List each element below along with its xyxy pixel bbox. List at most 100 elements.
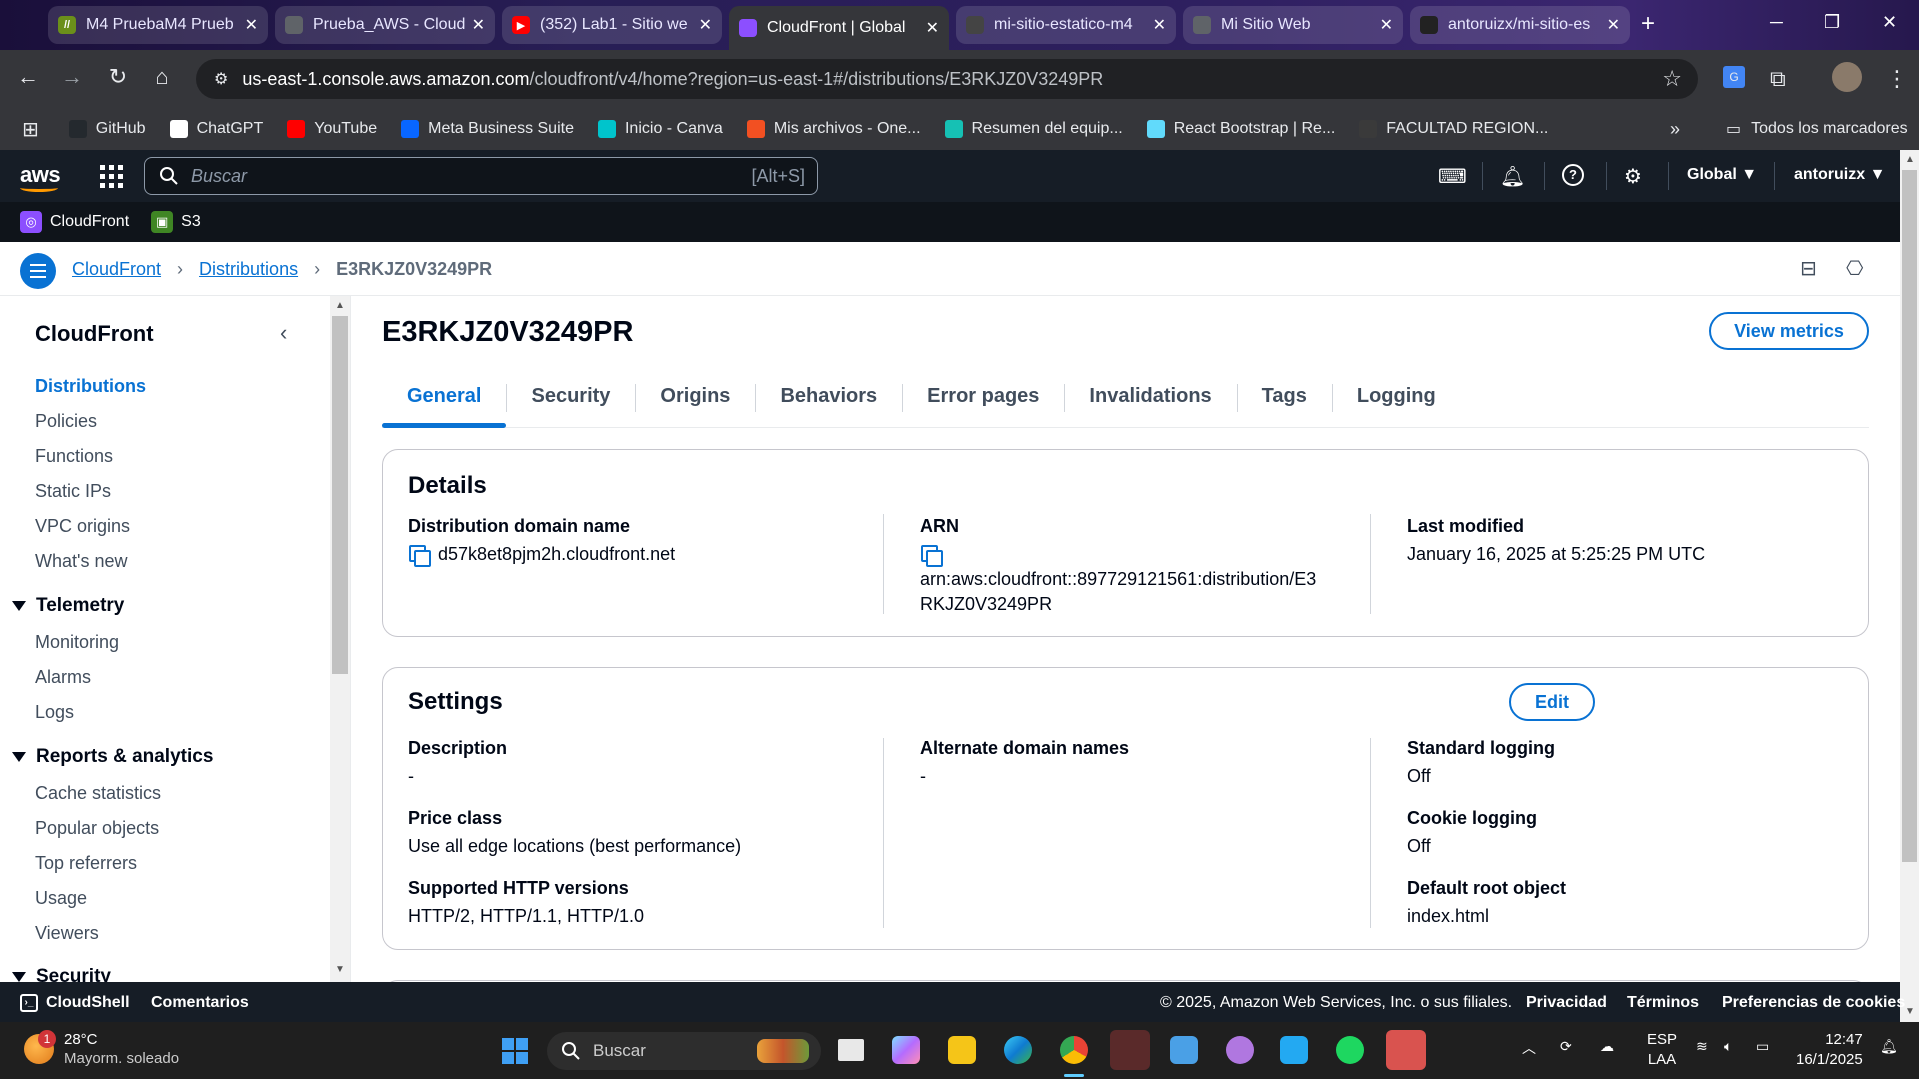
nav-monitoring[interactable]: Monitoring (35, 632, 119, 653)
services-menu-icon[interactable] (100, 165, 123, 188)
nav-viewers[interactable]: Viewers (35, 923, 99, 944)
site-info-icon[interactable]: ⚙ (214, 69, 228, 89)
apps-grid-icon[interactable]: ⊞ (22, 117, 39, 142)
tab-origins[interactable]: Origins (635, 366, 755, 427)
sync-icon[interactable]: ⟳ (1560, 1038, 1572, 1055)
info-panel-icon[interactable]: ⊟ (1800, 256, 1817, 281)
github-desktop-icon[interactable] (1226, 1036, 1254, 1064)
close-tab-icon[interactable]: ✕ (1607, 15, 1620, 35)
task-view-icon[interactable] (838, 1039, 864, 1061)
bookmark-item[interactable]: GitHub (68, 120, 146, 138)
close-tab-icon[interactable]: ✕ (245, 15, 258, 35)
close-tab-icon[interactable]: ✕ (699, 15, 712, 35)
scroll-down-arrow-icon[interactable]: ▼ (335, 964, 345, 975)
region-selector[interactable]: Global ▼ (1687, 166, 1757, 184)
scrollbar-thumb[interactable] (1902, 170, 1917, 862)
bookmark-item[interactable]: Meta Business Suite (401, 120, 574, 138)
help-icon[interactable]: ? (1562, 164, 1584, 186)
nav-cache-statistics[interactable]: Cache statistics (35, 783, 161, 804)
view-metrics-button[interactable]: View metrics (1709, 312, 1869, 350)
photos-app-icon[interactable] (1386, 1030, 1426, 1070)
feedback-link[interactable]: Comentarios (151, 994, 249, 1012)
tab-general[interactable]: General (382, 366, 507, 428)
nav-static-ips[interactable]: Static IPs (35, 481, 111, 502)
nav-usage[interactable]: Usage (35, 888, 87, 909)
copy-icon[interactable] (408, 544, 431, 568)
browser-tab[interactable]: Mi Sitio Web ✕ (1183, 6, 1403, 44)
search-input[interactable] (191, 165, 711, 187)
page-scrollbar[interactable]: ▲ ▼ (1900, 150, 1919, 1022)
notifications-bell-icon[interactable]: 🔔︎ (1500, 164, 1525, 189)
side-nav-toggle-button[interactable] (20, 253, 56, 289)
nav-top-referrers[interactable]: Top referrers (35, 853, 137, 874)
favorite-cloudfront[interactable]: ◎ CloudFront (20, 211, 129, 233)
browser-tab[interactable]: mi-sitio-estatico-m4 ✕ (956, 6, 1176, 44)
windows-start-icon[interactable] (502, 1038, 528, 1064)
tab-error-pages[interactable]: Error pages (902, 366, 1064, 427)
chrome-icon[interactable] (1060, 1036, 1088, 1064)
close-tab-icon[interactable]: ✕ (1380, 15, 1393, 35)
minimize-icon[interactable]: ─ (1770, 12, 1783, 33)
nav-section-reports[interactable]: Reports & analytics (12, 746, 213, 768)
terms-link[interactable]: Términos (1627, 994, 1699, 1012)
browser-tab[interactable]: // M4 PruebaM4 Prueb ✕ (48, 6, 268, 44)
all-bookmarks-folder[interactable]: ▭ Todos los marcadores (1726, 119, 1908, 139)
network-vpn-icon[interactable]: ☁ (1600, 1038, 1614, 1055)
bookmark-item[interactable]: Inicio - Canva (597, 120, 723, 138)
cloudshell-icon[interactable]: ⌨ (1438, 164, 1467, 189)
browser-tab[interactable]: Prueba_AWS - Cloud ✕ (275, 6, 495, 44)
close-tab-icon[interactable]: ✕ (1153, 15, 1166, 35)
tray-overflow-chevron-icon[interactable]: ︿ (1522, 1038, 1536, 1058)
nav-distributions[interactable]: Distributions (35, 376, 146, 397)
tab-behaviors[interactable]: Behaviors (755, 366, 902, 427)
privacy-link[interactable]: Privacidad (1526, 994, 1607, 1012)
cookie-preferences-link[interactable]: Preferencias de cookies (1722, 994, 1905, 1012)
breadcrumb-distributions[interactable]: Distributions (199, 259, 298, 280)
notification-bell-icon[interactable]: 🔔︎ (1880, 1038, 1898, 1055)
copy-icon[interactable] (920, 544, 943, 568)
system-clock[interactable]: 12:47 16/1/2025 (1796, 1030, 1863, 1070)
tab-invalidations[interactable]: Invalidations (1064, 366, 1236, 427)
edit-settings-button[interactable]: Edit (1509, 683, 1595, 721)
bookmark-star-icon[interactable]: ☆ (1662, 66, 1682, 92)
nav-functions[interactable]: Functions (35, 446, 113, 467)
scroll-up-arrow-icon[interactable]: ▲ (335, 300, 345, 311)
more-bookmarks-icon[interactable]: » (1670, 119, 1680, 140)
nav-alarms[interactable]: Alarms (35, 667, 91, 688)
bookmark-item[interactable]: ChatGPT (169, 120, 263, 138)
scroll-down-arrow-icon[interactable]: ▼ (1905, 1006, 1915, 1017)
split-panel-icon[interactable]: ⎔ (1846, 256, 1863, 281)
close-nav-chevron-icon[interactable]: ‹ (280, 320, 287, 346)
bookmark-item[interactable]: Resumen del equip... (944, 120, 1123, 138)
bookmark-item[interactable]: YouTube (287, 120, 377, 138)
nav-policies[interactable]: Policies (35, 411, 97, 432)
weather-widget[interactable]: 1 28°C Mayorm. soleado (24, 1030, 179, 1068)
account-menu[interactable]: antoruizx ▼ (1794, 166, 1885, 184)
forward-icon[interactable]: → (50, 64, 94, 90)
file-explorer-icon[interactable] (948, 1036, 976, 1064)
copilot-icon[interactable] (892, 1036, 920, 1064)
browser-tab[interactable]: CloudFront | Global ✕ (729, 6, 949, 50)
battery-icon[interactable]: ▭ (1756, 1038, 1769, 1055)
nav-section-security[interactable]: Security (12, 966, 111, 982)
nav-popular-objects[interactable]: Popular objects (35, 818, 159, 839)
aws-logo[interactable]: aws (20, 162, 61, 192)
nav-whats-new[interactable]: What's new (35, 551, 127, 572)
new-tab-button[interactable]: + (1641, 10, 1655, 38)
cloudshell-button[interactable]: ›_ CloudShell (20, 994, 130, 1012)
tab-security[interactable]: Security (506, 366, 635, 427)
bookmark-item[interactable]: FACULTAD REGION... (1359, 120, 1548, 138)
maximize-icon[interactable]: ❐ (1824, 12, 1840, 33)
favorite-s3[interactable]: ▣ S3 (151, 211, 201, 233)
browser-tab[interactable]: ▶ (352) Lab1 - Sitio we ✕ (502, 6, 722, 44)
breadcrumb-cloudfront[interactable]: CloudFront (72, 259, 161, 280)
browser-menu-icon[interactable]: ⋮ (1886, 66, 1908, 92)
profile-avatar[interactable] (1832, 62, 1862, 92)
address-bar[interactable]: ⚙ us-east-1.console.aws.amazon.com/cloud… (196, 59, 1698, 99)
edge-icon[interactable] (1004, 1036, 1032, 1064)
volume-icon[interactable]: 🔈︎ (1724, 1038, 1732, 1055)
close-tab-icon[interactable]: ✕ (926, 18, 939, 38)
side-nav-scrollbar[interactable]: ▲ ▼ (330, 296, 350, 982)
spotify-icon[interactable] (1336, 1036, 1364, 1064)
tab-logging[interactable]: Logging (1331, 366, 1461, 427)
